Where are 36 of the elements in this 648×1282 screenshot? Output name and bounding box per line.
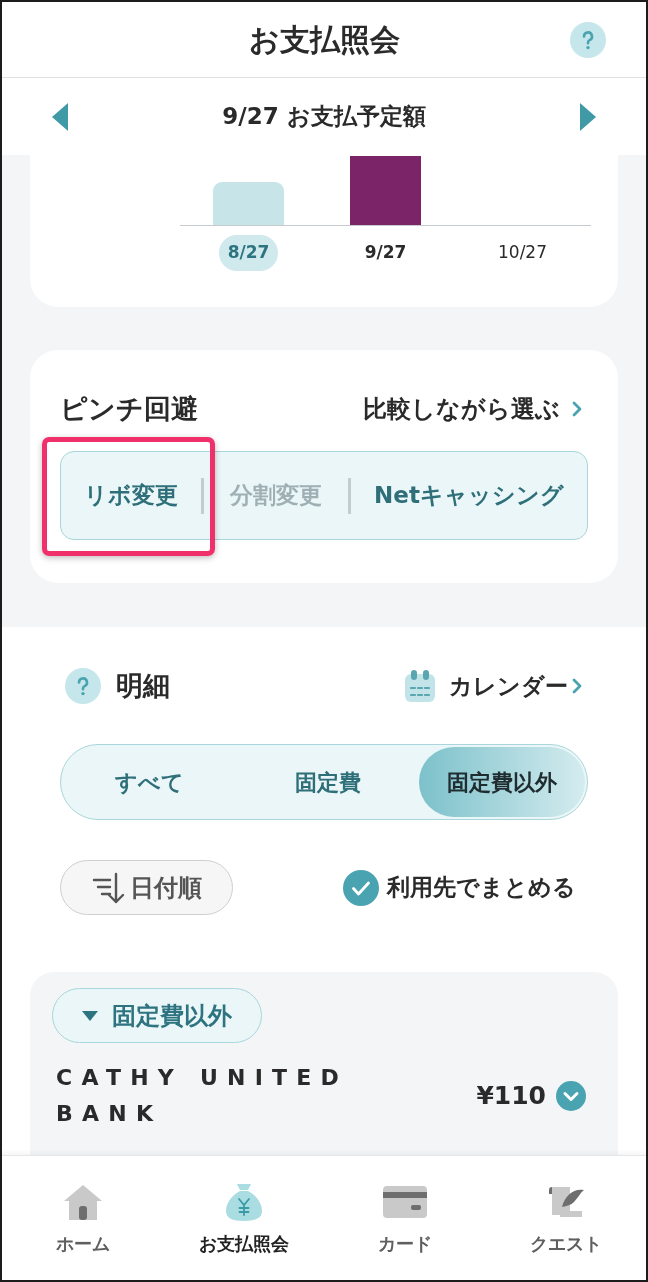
house-icon: [62, 1184, 103, 1220]
amount: ¥110: [476, 1080, 546, 1113]
option-button[interactable]: リボ変更: [61, 452, 201, 539]
next-triangle-icon[interactable]: [580, 102, 596, 131]
money-bag-icon: [223, 1182, 264, 1222]
nav-tab[interactable]: クエスト: [485, 1156, 646, 1280]
sort-descending-icon: [91, 870, 126, 905]
month-label[interactable]: 10/27: [498, 235, 547, 271]
chevron-down-icon[interactable]: [556, 1081, 586, 1111]
nav-tab[interactable]: ホーム: [2, 1156, 163, 1280]
month-label[interactable]: 9/27: [364, 235, 407, 271]
period-title: 9/27 お支払予定額: [222, 102, 426, 132]
filter-tab[interactable]: 固定費以外: [419, 747, 585, 817]
merchant-name: CATHY UNITED BANK: [56, 1064, 350, 1128]
chevron-right-icon: [572, 678, 582, 694]
sort-button[interactable]: 日付順: [60, 860, 233, 915]
nav-tab[interactable]: カード: [324, 1156, 485, 1280]
nav-tab[interactable]: お支払照会: [163, 1156, 324, 1280]
filter-tab[interactable]: 固定費: [236, 747, 419, 817]
chevron-right-icon: [572, 401, 582, 417]
help-icon[interactable]: [65, 668, 101, 704]
group-toggle[interactable]: 固定費以外: [52, 988, 262, 1043]
checkbox[interactable]: [343, 869, 379, 906]
calendar-icon: [405, 670, 435, 702]
previous-triangle-icon[interactable]: [52, 102, 68, 131]
calendar-link[interactable]: カレンダー: [405, 668, 588, 704]
page-title: お支払照会: [248, 24, 400, 55]
option-button[interactable]: Netキャッシング: [351, 452, 587, 539]
section-title: 明細: [116, 668, 170, 703]
month-label[interactable]: 8/27: [218, 235, 279, 271]
compare-link[interactable]: 比較しながら選ぶ: [363, 391, 588, 427]
filter-tab[interactable]: すべて: [63, 747, 236, 817]
help-icon[interactable]: [570, 21, 606, 58]
section-title: ピンチ回避: [60, 391, 198, 426]
checkbox-label: 利用先でまとめる: [387, 873, 576, 903]
credit-card-icon: [382, 1186, 427, 1218]
